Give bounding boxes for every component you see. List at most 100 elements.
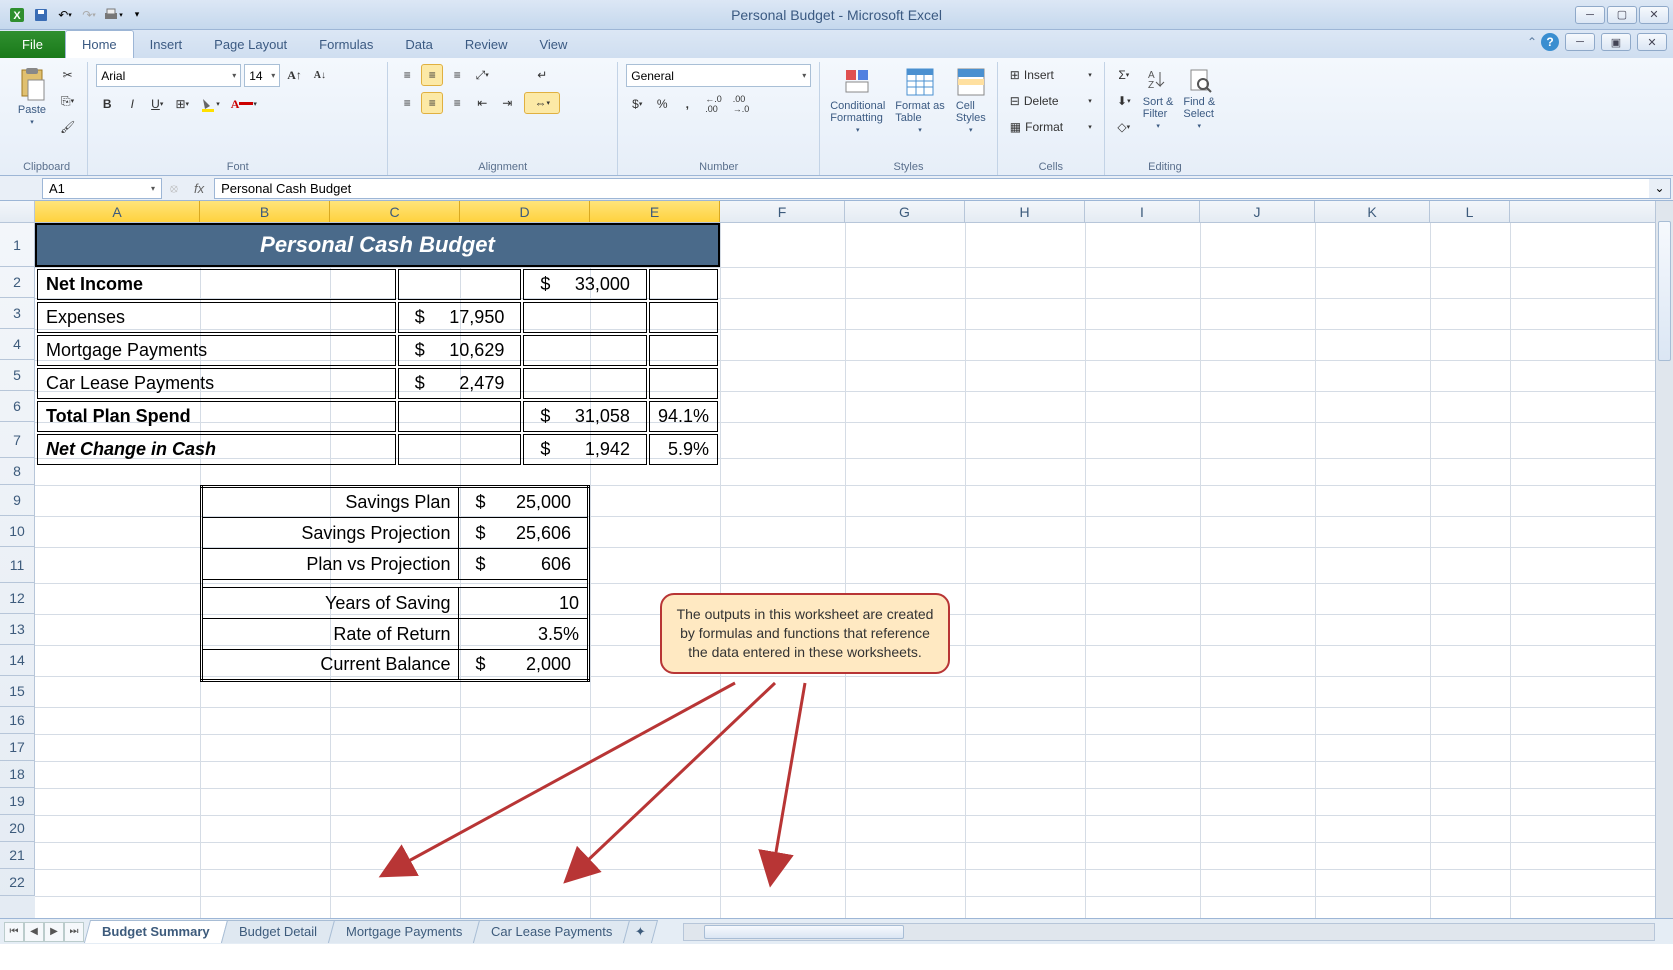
cell-r5-a[interactable]: Car Lease Payments bbox=[37, 368, 396, 399]
row-header-6[interactable]: 6 bbox=[0, 391, 35, 422]
percent-format-icon[interactable]: % bbox=[651, 93, 673, 115]
cancel-formula-icon[interactable]: ⦻ bbox=[164, 181, 184, 196]
save-icon[interactable] bbox=[30, 4, 52, 26]
col-header-L[interactable]: L bbox=[1430, 201, 1510, 222]
increase-decimal-icon[interactable]: ←.0.00 bbox=[701, 93, 726, 115]
comma-format-icon[interactable]: , bbox=[676, 93, 698, 115]
row-header-11[interactable]: 11 bbox=[0, 547, 35, 583]
select-all-corner[interactable] bbox=[0, 201, 35, 222]
expand-formula-bar-icon[interactable]: ⌄ bbox=[1649, 178, 1671, 199]
file-tab[interactable]: File bbox=[0, 31, 65, 58]
row-header-16[interactable]: 16 bbox=[0, 707, 35, 734]
row-header-3[interactable]: 3 bbox=[0, 298, 35, 329]
align-left-icon[interactable]: ≡ bbox=[396, 92, 418, 114]
decrease-indent-icon[interactable]: ⇤ bbox=[471, 92, 493, 114]
col-header-B[interactable]: B bbox=[200, 201, 330, 222]
tab-review[interactable]: Review bbox=[449, 31, 524, 58]
tab-view[interactable]: View bbox=[523, 31, 583, 58]
accounting-format-icon[interactable]: $▾ bbox=[626, 93, 648, 115]
row-header-19[interactable]: 19 bbox=[0, 788, 35, 815]
tab-formulas[interactable]: Formulas bbox=[303, 31, 389, 58]
row-header-21[interactable]: 21 bbox=[0, 842, 35, 869]
vertical-scrollbar[interactable] bbox=[1655, 201, 1673, 918]
tab-nav-prev-icon[interactable]: ◀ bbox=[24, 922, 44, 942]
row-header-4[interactable]: 4 bbox=[0, 329, 35, 360]
name-box[interactable]: A1▾ bbox=[42, 178, 162, 199]
tab-nav-next-icon[interactable]: ▶ bbox=[44, 922, 64, 942]
fx-icon[interactable]: fx bbox=[184, 181, 214, 196]
sheet-tab-budget-detail[interactable]: Budget Detail bbox=[221, 920, 335, 943]
font-size-combo[interactable]: 14▾ bbox=[244, 64, 280, 87]
autosum-icon[interactable]: Σ▾ bbox=[1113, 64, 1135, 86]
col-header-C[interactable]: C bbox=[330, 201, 460, 222]
underline-button[interactable]: U▾ bbox=[146, 93, 168, 115]
formula-input[interactable]: Personal Cash Budget bbox=[214, 178, 1649, 199]
shrink-font-icon[interactable]: A↓ bbox=[309, 65, 331, 87]
sheet-tab-budget-summary[interactable]: Budget Summary bbox=[84, 920, 228, 943]
minimize-ribbon-icon[interactable]: ⌃ bbox=[1527, 35, 1537, 49]
font-name-combo[interactable]: Arial▾ bbox=[96, 64, 241, 87]
align-right-icon[interactable]: ≡ bbox=[446, 92, 468, 114]
row-header-10[interactable]: 10 bbox=[0, 516, 35, 547]
bold-button[interactable]: B bbox=[96, 93, 118, 115]
col-header-A[interactable]: A bbox=[35, 201, 200, 222]
decrease-decimal-icon[interactable]: .00→.0 bbox=[729, 93, 754, 115]
insert-cells-button[interactable]: ⊞Insert▾ bbox=[1006, 64, 1096, 86]
cell-r7-a[interactable]: Net Change in Cash bbox=[37, 434, 396, 465]
format-cells-button[interactable]: ▦Format▾ bbox=[1006, 116, 1096, 138]
tab-home[interactable]: Home bbox=[65, 30, 134, 58]
row-header-13[interactable]: 13 bbox=[0, 614, 35, 645]
cells-grid[interactable]: Personal Cash Budget Net Income$33,000 E… bbox=[35, 223, 1673, 918]
increase-indent-icon[interactable]: ⇥ bbox=[496, 92, 518, 114]
close-button[interactable]: ✕ bbox=[1639, 6, 1669, 24]
row-header-8[interactable]: 8 bbox=[0, 458, 35, 485]
fill-icon[interactable]: ⬇▾ bbox=[1113, 90, 1135, 112]
row-header-1[interactable]: 1 bbox=[0, 223, 35, 267]
align-bottom-icon[interactable]: ≡ bbox=[446, 64, 468, 86]
col-header-J[interactable]: J bbox=[1200, 201, 1315, 222]
workbook-restore-button[interactable]: ▣ bbox=[1601, 33, 1631, 51]
fill-color-icon[interactable]: ▾ bbox=[196, 93, 224, 115]
tab-insert[interactable]: Insert bbox=[134, 31, 199, 58]
row-header-12[interactable]: 12 bbox=[0, 583, 35, 614]
minimize-button[interactable]: ─ bbox=[1575, 6, 1605, 24]
col-header-K[interactable]: K bbox=[1315, 201, 1430, 222]
tab-nav-first-icon[interactable]: ⏮ bbox=[4, 922, 24, 942]
redo-icon[interactable]: ↷▾ bbox=[78, 4, 100, 26]
sort-filter-button[interactable]: AZ Sort & Filter▾ bbox=[1141, 64, 1176, 132]
align-middle-icon[interactable]: ≡ bbox=[421, 64, 443, 86]
align-top-icon[interactable]: ≡ bbox=[396, 64, 418, 86]
cell-r3-a[interactable]: Expenses bbox=[37, 302, 396, 333]
excel-icon[interactable]: X bbox=[6, 4, 28, 26]
number-format-combo[interactable]: General▾ bbox=[626, 64, 811, 87]
col-header-F[interactable]: F bbox=[720, 201, 845, 222]
horizontal-scrollbar[interactable] bbox=[683, 923, 1655, 941]
help-icon[interactable]: ? bbox=[1541, 33, 1559, 51]
sheet-tab-car-lease-payments[interactable]: Car Lease Payments bbox=[473, 920, 631, 943]
row-header-20[interactable]: 20 bbox=[0, 815, 35, 842]
row-header-5[interactable]: 5 bbox=[0, 360, 35, 391]
align-center-icon[interactable]: ≡ bbox=[421, 92, 443, 114]
col-header-G[interactable]: G bbox=[845, 201, 965, 222]
italic-button[interactable]: I bbox=[121, 93, 143, 115]
cell-title[interactable]: Personal Cash Budget bbox=[35, 223, 720, 267]
tab-page-layout[interactable]: Page Layout bbox=[198, 31, 303, 58]
row-header-15[interactable]: 15 bbox=[0, 676, 35, 707]
cut-icon[interactable]: ✂ bbox=[56, 64, 79, 86]
grow-font-icon[interactable]: A↑ bbox=[283, 65, 306, 87]
row-header-9[interactable]: 9 bbox=[0, 485, 35, 516]
col-header-D[interactable]: D bbox=[460, 201, 590, 222]
col-header-E[interactable]: E bbox=[590, 201, 720, 222]
clear-icon[interactable]: ◇▾ bbox=[1113, 116, 1135, 138]
cell-r4-a[interactable]: Mortgage Payments bbox=[37, 335, 396, 366]
tab-nav-last-icon[interactable]: ⏭ bbox=[64, 922, 84, 942]
format-as-table-button[interactable]: Format as Table▾ bbox=[893, 64, 947, 136]
cell-r2-a[interactable]: Net Income bbox=[37, 269, 396, 300]
delete-cells-button[interactable]: ⊟Delete▾ bbox=[1006, 90, 1096, 112]
maximize-button[interactable]: ▢ bbox=[1607, 6, 1637, 24]
cell-styles-button[interactable]: Cell Styles▾ bbox=[953, 64, 989, 136]
format-painter-icon[interactable]: 🖌 bbox=[56, 116, 79, 138]
cell-r6-a[interactable]: Total Plan Spend bbox=[37, 401, 396, 432]
borders-icon[interactable]: ⊞▾ bbox=[171, 93, 193, 115]
row-header-18[interactable]: 18 bbox=[0, 761, 35, 788]
